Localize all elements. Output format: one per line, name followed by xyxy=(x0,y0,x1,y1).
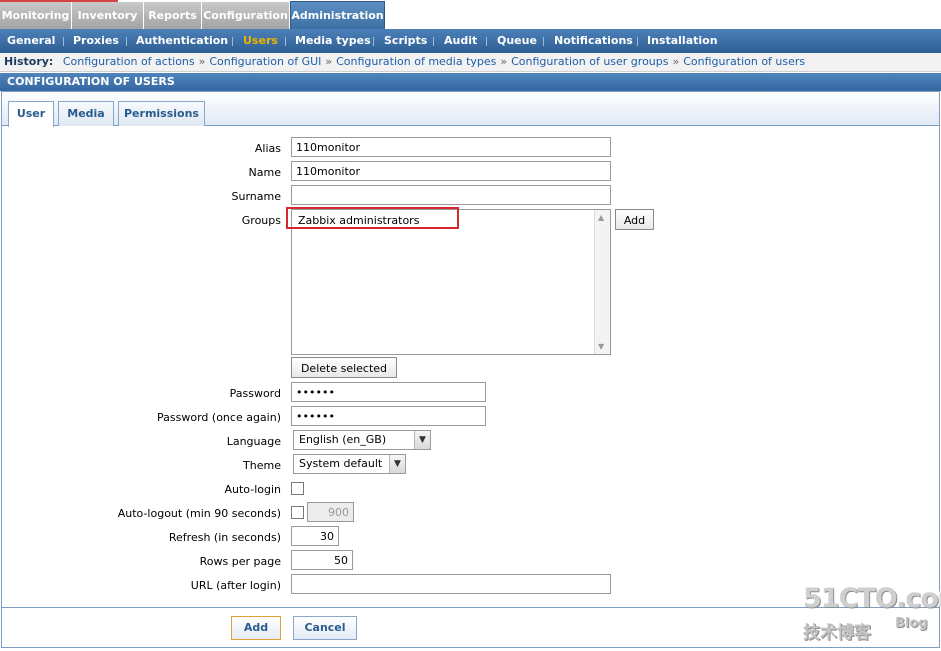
name-label: Name xyxy=(248,166,281,179)
submenu-separator xyxy=(126,37,127,46)
surname-input[interactable] xyxy=(291,185,611,205)
tab-permissions[interactable]: Permissions xyxy=(118,101,205,126)
submenu-notifications[interactable]: Notifications xyxy=(554,29,633,53)
alias-input[interactable] xyxy=(291,137,611,157)
rows-per-page-label: Rows per page xyxy=(199,555,281,568)
groups-label: Groups xyxy=(241,214,281,227)
submenu-separator xyxy=(433,37,434,46)
submenu-separator xyxy=(63,37,64,46)
history-separator: » xyxy=(325,55,333,68)
sub-menu: General Proxies Authentication Users Med… xyxy=(0,29,941,53)
submenu-media-types[interactable]: Media types xyxy=(295,29,371,53)
highlight-box xyxy=(286,207,459,229)
add-group-button[interactable]: Add xyxy=(615,209,654,230)
rows-per-page-input[interactable] xyxy=(291,550,353,570)
submenu-audit[interactable]: Audit xyxy=(444,29,477,53)
top-menu-administration[interactable]: Administration xyxy=(290,1,385,29)
submenu-separator xyxy=(486,37,487,46)
submenu-separator xyxy=(637,37,638,46)
submenu-installation[interactable]: Installation xyxy=(647,29,718,53)
name-input[interactable] xyxy=(291,161,611,181)
cancel-button[interactable]: Cancel xyxy=(293,616,357,640)
submenu-general[interactable]: General xyxy=(7,29,55,53)
language-value: English (en_GB) xyxy=(299,433,387,446)
submenu-separator xyxy=(373,37,374,46)
password-again-label: Password (once again) xyxy=(157,411,281,424)
form-tabs: User Media Permissions xyxy=(2,92,939,128)
url-label: URL (after login) xyxy=(190,579,281,592)
submenu-proxies[interactable]: Proxies xyxy=(73,29,119,53)
history-separator: » xyxy=(198,55,206,68)
history-link-users[interactable]: Configuration of users xyxy=(683,55,805,68)
password-label: Password xyxy=(229,387,281,400)
submenu-users[interactable]: Users xyxy=(243,29,278,53)
submenu-queue[interactable]: Queue xyxy=(497,29,537,53)
groups-listbox[interactable]: Zabbix administrators ▲ ▼ xyxy=(291,209,611,355)
history-link-gui[interactable]: Configuration of GUI xyxy=(209,55,321,68)
groups-scrollbar[interactable]: ▲ ▼ xyxy=(594,210,610,354)
theme-select[interactable]: System default ▼ xyxy=(293,454,406,474)
surname-label: Surname xyxy=(231,190,281,203)
history-bar: History: Configuration of actions» Config… xyxy=(0,53,941,72)
auto-login-label: Auto-login xyxy=(224,483,281,496)
submenu-separator xyxy=(285,37,286,46)
top-menu-reports[interactable]: Reports xyxy=(144,2,202,29)
history-link-media-types[interactable]: Configuration of media types xyxy=(336,55,496,68)
history-label: History: xyxy=(4,55,54,68)
history-link-actions[interactable]: Configuration of actions xyxy=(63,55,195,68)
top-menu-monitoring[interactable]: Monitoring xyxy=(0,2,72,29)
submenu-authentication[interactable]: Authentication xyxy=(136,29,228,53)
auto-login-checkbox[interactable] xyxy=(291,482,304,495)
password-input[interactable] xyxy=(291,382,486,402)
submenu-separator xyxy=(543,37,544,46)
chevron-down-icon[interactable]: ▼ xyxy=(414,431,430,449)
form-footer: Add Cancel xyxy=(2,607,939,647)
history-separator: » xyxy=(500,55,508,68)
tab-media[interactable]: Media xyxy=(58,101,114,126)
alias-label: Alias xyxy=(254,142,281,155)
auto-logout-input xyxy=(307,502,354,522)
tab-user[interactable]: User xyxy=(8,101,54,128)
top-menu-configuration[interactable]: Configuration xyxy=(202,2,290,29)
language-label: Language xyxy=(226,435,281,448)
delete-selected-button[interactable]: Delete selected xyxy=(291,357,397,378)
history-separator: » xyxy=(672,55,680,68)
submenu-separator xyxy=(232,37,233,46)
auto-logout-label: Auto-logout (min 90 seconds) xyxy=(117,507,281,520)
add-button[interactable]: Add xyxy=(231,616,281,640)
theme-value: System default xyxy=(299,457,383,470)
top-menu-inventory[interactable]: Inventory xyxy=(72,2,144,29)
theme-label: Theme xyxy=(243,459,281,472)
scroll-up-icon[interactable]: ▲ xyxy=(598,213,604,222)
language-select[interactable]: English (en_GB) ▼ xyxy=(293,430,431,450)
auto-logout-checkbox[interactable] xyxy=(291,506,304,519)
url-input[interactable] xyxy=(291,574,611,594)
refresh-label: Refresh (in seconds) xyxy=(168,531,281,544)
history-link-user-groups[interactable]: Configuration of user groups xyxy=(511,55,668,68)
submenu-scripts[interactable]: Scripts xyxy=(384,29,427,53)
top-menu: Monitoring Inventory Reports Configurati… xyxy=(0,0,941,29)
scroll-down-icon[interactable]: ▼ xyxy=(598,342,604,351)
chevron-down-icon[interactable]: ▼ xyxy=(389,455,405,473)
password-again-input[interactable] xyxy=(291,406,486,426)
user-form: User Media Permissions Alias Name Surnam… xyxy=(1,91,940,648)
page-title: CONFIGURATION OF USERS xyxy=(0,73,941,91)
refresh-input[interactable] xyxy=(291,526,339,546)
